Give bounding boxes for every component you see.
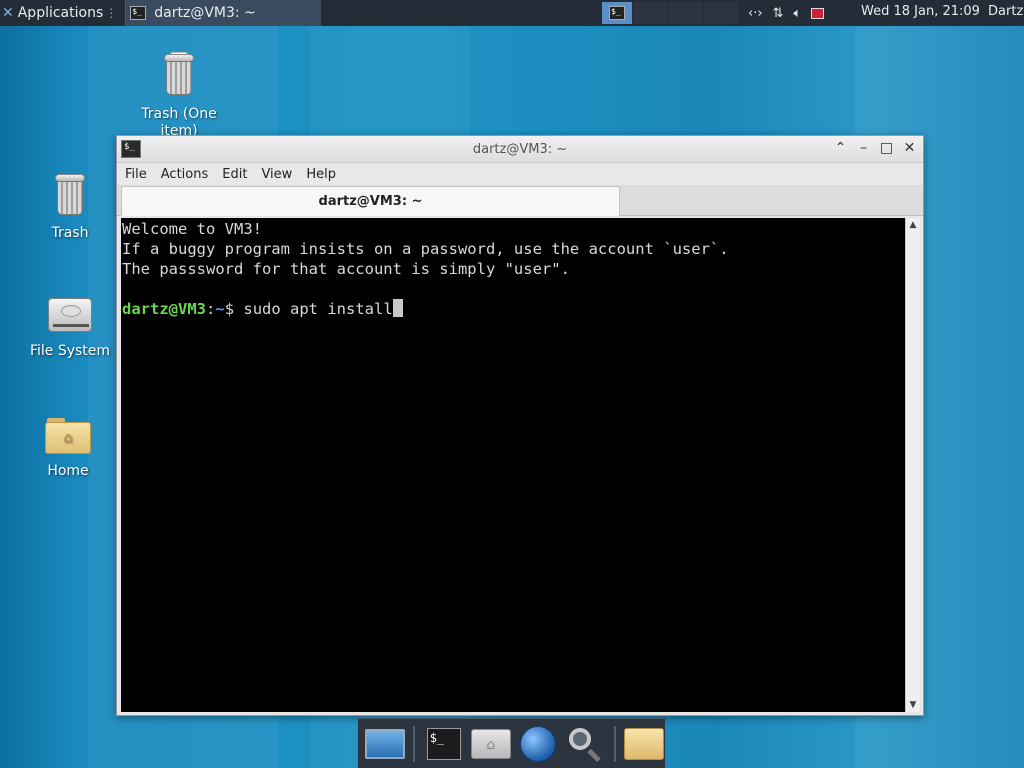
desktop-icon-file-system[interactable]: File System <box>26 298 114 359</box>
workspace-4[interactable] <box>704 2 738 24</box>
taskbar-button-terminal[interactable]: $_ dartz@VM3: ~ <box>125 0 322 26</box>
show-desktop-icon <box>364 728 405 759</box>
prompt-path: ~ <box>215 300 225 318</box>
minimize-button[interactable]: – <box>856 140 871 156</box>
dock-folder[interactable] <box>624 723 665 765</box>
workspace-2[interactable] <box>634 2 668 24</box>
home-folder-icon: ⌂ <box>45 418 91 454</box>
system-tray: ‹·› ⇅ 🔈︎ <box>748 0 825 26</box>
desktop-icon-label: Trash <box>51 225 89 241</box>
prompt-separator: : <box>206 300 216 318</box>
xfce-logo-icon: ✕ <box>2 5 14 21</box>
search-icon <box>567 726 603 762</box>
desktop-icon-label: Home <box>47 463 89 479</box>
menu-file[interactable]: File <box>125 167 147 182</box>
prompt-line[interactable]: dartz@VM3:~$ sudo apt install <box>122 299 905 319</box>
menu-grip-icon: ⋮ <box>105 6 118 20</box>
terminal-icon: $_ <box>609 6 625 20</box>
transfer-icon[interactable]: ⇅ <box>773 6 784 21</box>
applications-menu[interactable]: ✕ Applications ⋮ <box>0 0 121 26</box>
record-icon[interactable] <box>811 7 825 19</box>
scroll-down-icon[interactable]: ▼ <box>906 698 920 712</box>
home-icon: ⌂ <box>470 728 511 759</box>
terminal-output[interactable]: Welcome to VM3! If a buggy program insis… <box>121 218 906 712</box>
dock-show-desktop[interactable] <box>364 723 405 765</box>
network-arrows-icon[interactable]: ‹·› <box>748 6 763 21</box>
maximize-button[interactable]: □ <box>879 140 894 156</box>
applications-label: Applications <box>17 5 104 21</box>
close-button[interactable]: ✕ <box>902 140 917 156</box>
dock: $_ ⌂ <box>358 718 665 768</box>
workspace-3[interactable] <box>669 2 703 24</box>
taskbar-button-label: dartz@VM3: ~ <box>154 5 256 21</box>
trash-full-icon <box>162 52 196 96</box>
menu-bar: File Actions Edit View Help <box>117 163 923 185</box>
terminal-window: $_ dartz@VM3: ~ ⌃ – □ ✕ File Actions Edi… <box>116 135 924 716</box>
terminal-icon: $_ <box>130 6 147 20</box>
dock-web-browser[interactable] <box>517 723 558 765</box>
dock-terminal[interactable]: $_ <box>423 723 464 765</box>
menu-view[interactable]: View <box>261 167 292 182</box>
menu-actions[interactable]: Actions <box>161 167 209 182</box>
terminal-icon: $_ <box>426 727 461 760</box>
volume-icon[interactable]: 🔈︎ <box>793 6 801 21</box>
output-line: The passsword for that account is simply… <box>122 260 570 278</box>
top-panel: ✕ Applications ⋮ $_ dartz@VM3: ~ $_ ‹·› … <box>0 0 1024 26</box>
dock-separator <box>613 725 616 762</box>
desktop-icon-trash[interactable]: Trash <box>30 172 110 241</box>
chevron-up-icon[interactable]: ⌃ <box>833 140 848 156</box>
tab-bar: dartz@VM3: ~ <box>117 185 923 216</box>
dock-separator <box>413 725 416 762</box>
terminal-icon[interactable]: $_ <box>121 140 141 158</box>
drive-icon <box>48 298 92 332</box>
desktop-icon-trash-full[interactable]: Trash (One item) <box>136 52 222 138</box>
title-bar[interactable]: $_ dartz@VM3: ~ ⌃ – □ ✕ <box>117 136 923 163</box>
web-browser-icon <box>520 725 557 762</box>
desktop-icon-label: Trash (One item) <box>141 106 217 138</box>
workspace-1[interactable]: $_ <box>602 2 632 24</box>
folder-icon <box>624 727 665 760</box>
user-menu[interactable]: Dartz <box>988 4 1023 19</box>
clock[interactable]: Wed 18 Jan, 21:09 <box>861 4 980 19</box>
output-line: If a buggy program insists on a password… <box>122 240 729 258</box>
command-text: sudo apt install <box>234 300 393 318</box>
output-line: Welcome to VM3! <box>122 220 262 238</box>
menu-help[interactable]: Help <box>306 167 336 182</box>
vertical-scrollbar[interactable]: ▲ ▼ <box>905 218 920 712</box>
menu-edit[interactable]: Edit <box>222 167 247 182</box>
dock-home[interactable]: ⌂ <box>470 723 511 765</box>
dock-search[interactable] <box>565 723 606 765</box>
prompt-user: dartz@VM3 <box>122 300 206 318</box>
trash-icon <box>53 172 87 216</box>
text-cursor <box>392 299 403 317</box>
desktop-icon-home[interactable]: ⌂ Home <box>28 418 108 479</box>
tab-terminal[interactable]: dartz@VM3: ~ <box>121 186 620 216</box>
scroll-up-icon[interactable]: ▲ <box>906 218 920 232</box>
desktop-icon-label: File System <box>29 343 111 359</box>
window-title: dartz@VM3: ~ <box>472 141 568 157</box>
prompt-symbol: $ <box>224 300 235 318</box>
